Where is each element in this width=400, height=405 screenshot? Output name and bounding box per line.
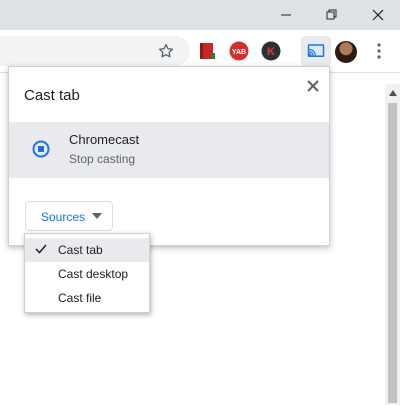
sources-menu: Cast tab Cast desktop Cast file — [24, 233, 150, 313]
more-vert-icon — [377, 43, 381, 59]
dialog-close-button[interactable] — [302, 75, 324, 97]
menu-item-cast-file[interactable]: Cast file — [25, 286, 149, 310]
yab-extension-icon: YAB — [229, 41, 249, 61]
cast-button[interactable] — [301, 36, 331, 66]
yab-extension-text: YAB — [232, 49, 246, 56]
k-extension-text: K — [267, 46, 275, 58]
minimize-button[interactable] — [263, 0, 309, 30]
vertical-scrollbar[interactable] — [385, 84, 400, 405]
restore-icon — [326, 9, 337, 20]
cast-device-row[interactable]: Chromecast Stop casting — [9, 122, 329, 178]
red-book-extension-icon — [200, 43, 215, 59]
menu-item-label: Cast file — [58, 291, 102, 305]
scroll-up-arrow[interactable] — [385, 84, 400, 101]
menu-item-cast-tab[interactable]: Cast tab — [25, 238, 149, 262]
dialog-title: Cast tab — [24, 87, 80, 104]
scroll-thumb[interactable] — [388, 103, 397, 403]
bookmark-star-icon — [158, 43, 174, 58]
restore-button[interactable] — [309, 0, 355, 30]
bookmark-star-button[interactable] — [155, 40, 177, 62]
casting-active-icon — [31, 139, 51, 159]
scroll-up-icon — [388, 89, 397, 96]
red-book-extension-button[interactable] — [196, 40, 218, 62]
k-extension-button[interactable]: K — [260, 40, 282, 62]
menu-item-label: Cast tab — [58, 243, 103, 257]
cast-icon — [307, 44, 325, 57]
close-icon — [307, 80, 319, 92]
yab-extension-button[interactable]: YAB — [228, 40, 250, 62]
profile-avatar[interactable] — [335, 41, 357, 63]
cast-dialog: Cast tab Chromecast Stop casting Sources — [8, 66, 330, 246]
sources-dropdown-button[interactable]: Sources — [25, 201, 113, 231]
more-menu-button[interactable] — [368, 40, 390, 62]
menu-item-label: Cast desktop — [58, 267, 129, 281]
sources-label: Sources — [41, 210, 86, 224]
window-close-button[interactable] — [355, 0, 400, 30]
close-icon — [372, 9, 384, 21]
checkmark-icon — [34, 242, 48, 256]
title-bar — [0, 0, 400, 30]
device-name: Chromecast — [69, 132, 140, 147]
caret-down-icon — [92, 213, 102, 219]
menu-item-cast-desktop[interactable]: Cast desktop — [25, 262, 149, 286]
minimize-icon — [281, 14, 291, 16]
k-extension-icon: K — [261, 41, 281, 61]
device-status: Stop casting — [69, 152, 136, 166]
